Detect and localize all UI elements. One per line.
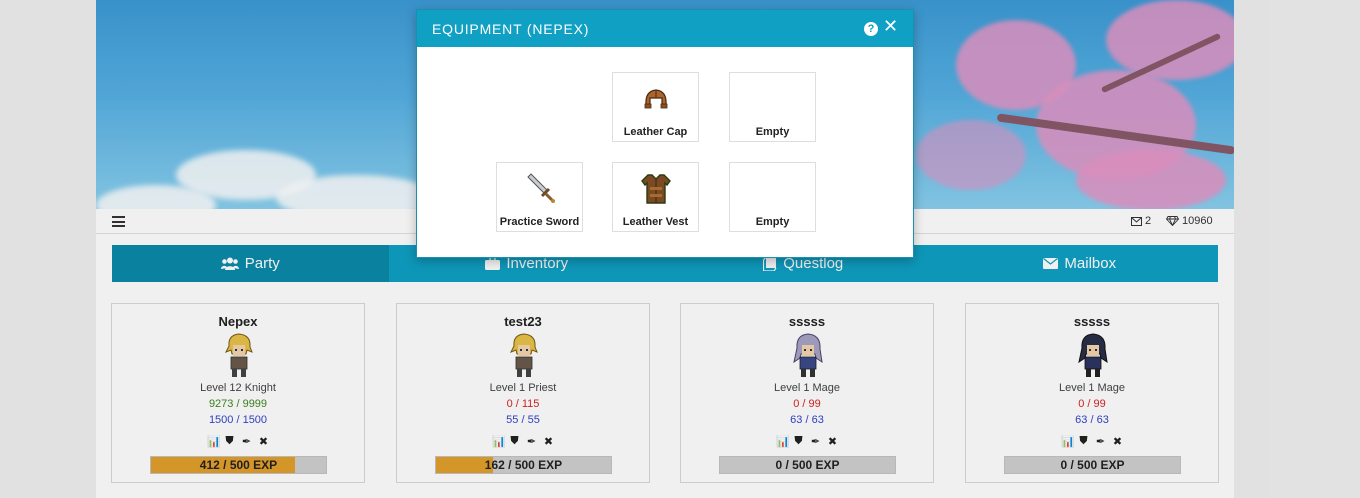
equipment-slot-weapon[interactable]: Practice Sword [496,162,583,232]
slot-label: Empty [755,216,790,228]
slot-label: Leather Vest [622,216,689,228]
close-icon[interactable]: ✕ [883,16,898,37]
equipment-slot-body[interactable]: Leather Vest [612,162,699,232]
equipment-modal: EQUIPMENT (NEPEX) ? ✕ Leather Cap Empty … [416,9,914,258]
equipment-slot-head[interactable]: Leather Cap [612,72,699,142]
slot-label: Empty [755,126,790,138]
leather-cap-icon [644,89,668,109]
leather-vest-icon [641,174,671,204]
equipment-slot-accessory[interactable]: Empty [729,72,816,142]
equipment-slot-offhand[interactable]: Empty [729,162,816,232]
modal-header: EQUIPMENT (NEPEX) ? ✕ [417,10,913,47]
slot-label: Leather Cap [623,126,688,138]
modal-title: EQUIPMENT (NEPEX) [432,21,590,37]
sword-icon [527,173,555,203]
slot-label: Practice Sword [499,216,580,228]
help-icon[interactable]: ? [864,22,878,36]
